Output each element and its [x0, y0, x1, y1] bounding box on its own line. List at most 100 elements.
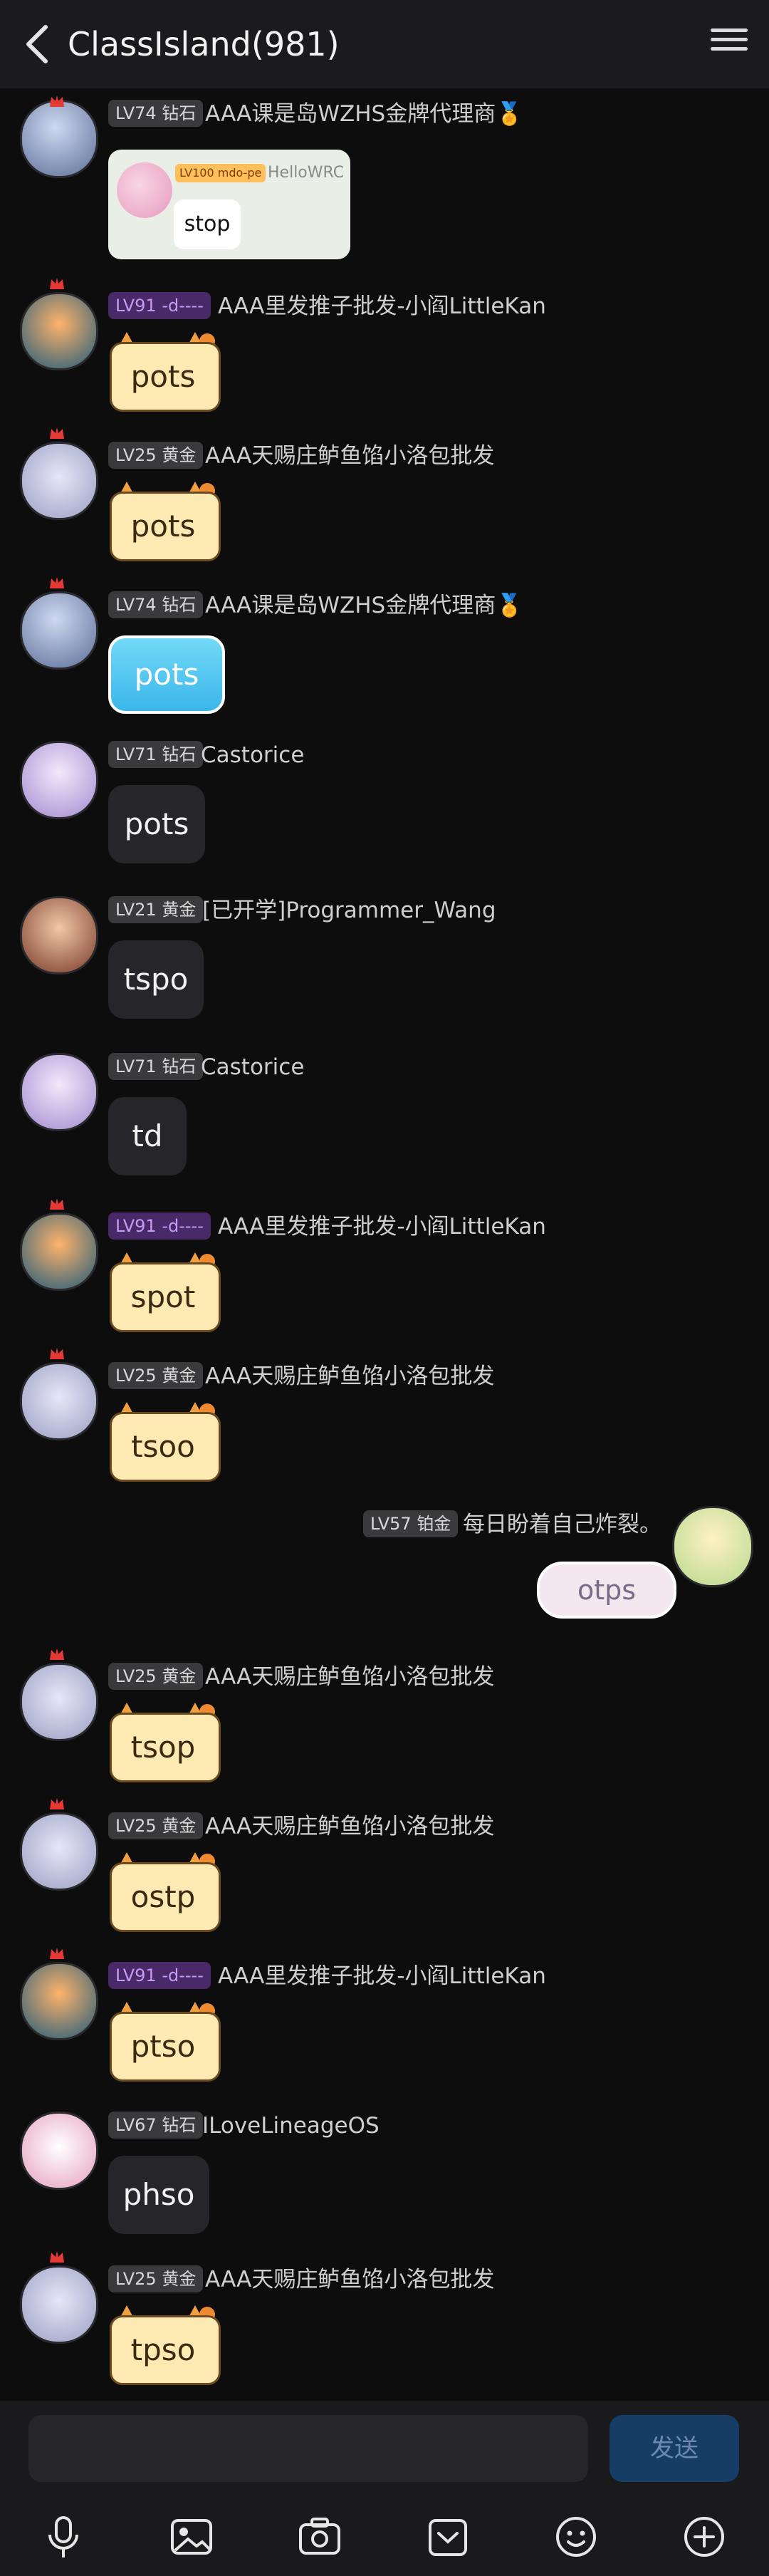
sender-name[interactable]: AAA里发推子批发-小阎LittleKan	[218, 1212, 546, 1241]
avatar[interactable]	[20, 2112, 98, 2190]
message-row: LV91 -d---- AAA里发推子批发-小阎LittleKan pots	[0, 278, 769, 420]
crown-icon	[50, 1948, 64, 1959]
crown-icon	[50, 427, 64, 439]
avatar[interactable]	[20, 741, 98, 819]
camera-icon[interactable]	[295, 2512, 345, 2562]
level-badge: LV25 黄金	[108, 442, 204, 469]
message-input[interactable]	[28, 2415, 588, 2482]
avatar[interactable]	[20, 1362, 98, 1440]
level-badge: LV71 钻石	[108, 741, 204, 768]
menu-icon[interactable]	[711, 26, 748, 63]
message-bubble[interactable]: pots	[107, 482, 221, 561]
level-badge: LV74 钻石	[108, 100, 204, 127]
message-row: LV25 黄金 AAA天赐庄鲈鱼馅小洛包批发 ostp	[0, 1798, 769, 1941]
emoji-icon[interactable]	[551, 2512, 601, 2562]
message-row: LV74 钻石 AAA课是岛WZHS金牌代理商🏅 LV100 mdo-pe He…	[0, 95, 769, 271]
avatar[interactable]	[20, 1663, 98, 1741]
chat-title: ClassIsland(981)	[68, 25, 340, 63]
message-text: tpso	[130, 2332, 196, 2367]
sender-name[interactable]: AAA天赐庄鲈鱼馅小洛包批发	[205, 1362, 494, 1391]
message-bubble[interactable]: spot	[107, 1252, 221, 1332]
avatar[interactable]	[20, 1053, 98, 1131]
message-row: LV91 -d---- AAA里发推子批发-小阎LittleKan ptso	[0, 1948, 769, 2090]
message-text: spot	[130, 1279, 196, 1314]
level-badge: LV57 铂金	[363, 1510, 459, 1537]
sender-name[interactable]: [已开学]Programmer_Wang	[202, 896, 496, 925]
level-badge: LV25 黄金	[108, 1362, 204, 1389]
message-row: LV67 钻石 ILoveLineageOS phso	[0, 2112, 769, 2254]
message-row-self: LV57 铂金 每日盼着自己炸裂。 otps	[0, 1506, 769, 1653]
level-badge: LV74 钻石	[108, 591, 204, 618]
avatar[interactable]	[20, 1962, 98, 2040]
sender-name[interactable]: AAA天赐庄鲈鱼馅小洛包批发	[205, 2265, 494, 2294]
plus-icon[interactable]	[679, 2512, 729, 2562]
input-toolbar	[0, 2496, 769, 2576]
quote-message-text: stop	[174, 199, 241, 249]
message-bubble[interactable]: pots	[108, 635, 225, 714]
crown-icon	[50, 1198, 64, 1210]
level-badge: LV91 -d----	[108, 1962, 211, 1989]
sender-name[interactable]: Castorice	[201, 741, 304, 769]
message-bubble[interactable]: pots	[107, 332, 221, 412]
avatar[interactable]	[20, 292, 98, 370]
crown-icon	[50, 1348, 64, 1359]
level-badge: LV25 黄金	[108, 1812, 204, 1839]
message-bubble[interactable]: pots	[108, 785, 205, 863]
chat-header: ClassIsland(981)	[0, 0, 769, 88]
avatar[interactable]	[20, 442, 98, 520]
avatar[interactable]	[20, 591, 98, 670]
sender-name[interactable]: AAA课是岛WZHS金牌代理商🏅	[205, 100, 523, 128]
avatar[interactable]	[20, 1812, 98, 1891]
message-text: pots	[130, 359, 196, 394]
quote-avatar	[117, 162, 172, 218]
sender-name[interactable]: AAA天赐庄鲈鱼馅小洛包批发	[205, 1812, 494, 1841]
sender-name[interactable]: Castorice	[201, 1053, 304, 1081]
send-button[interactable]: 发送	[610, 2415, 739, 2482]
sender-name[interactable]: AAA天赐庄鲈鱼馅小洛包批发	[205, 442, 494, 470]
message-bubble[interactable]: ostp	[107, 1852, 221, 1932]
sender-name[interactable]: AAA课是岛WZHS金牌代理商🏅	[205, 591, 523, 620]
message-row: LV74 钻石 AAA课是岛WZHS金牌代理商🏅 pots	[0, 577, 769, 720]
message-bubble[interactable]: tpso	[107, 2305, 221, 2385]
message-text: ptso	[130, 2029, 196, 2064]
sender-name[interactable]: 每日盼着自己炸裂。	[463, 1510, 661, 1539]
message-bubble[interactable]: otps	[537, 1562, 676, 1619]
level-badge: LV21 黄金	[108, 896, 204, 923]
composer: 发送	[0, 2401, 769, 2496]
message-row: LV71 钻石 Castorice td	[0, 1053, 769, 1195]
avatar[interactable]	[20, 2265, 98, 2344]
message-bubble[interactable]: ptso	[107, 2002, 221, 2082]
level-badge: LV91 -d----	[108, 292, 211, 319]
sender-name[interactable]: AAA天赐庄鲈鱼馅小洛包批发	[205, 1663, 494, 1691]
avatar[interactable]	[20, 896, 98, 975]
sender-name[interactable]: AAA里发推子批发-小阎LittleKan	[218, 1962, 546, 1990]
message-bubble[interactable]: td	[108, 1097, 187, 1175]
avatar[interactable]	[20, 1212, 98, 1291]
message-row: LV25 黄金 AAA天赐庄鲈鱼馅小洛包批发 tpso	[0, 2251, 769, 2394]
quote-level-badge: LV100 mdo-pe	[175, 164, 266, 182]
level-badge: LV91 -d----	[108, 1212, 211, 1240]
message-text: pots	[130, 509, 196, 544]
crown-icon	[50, 1648, 64, 1660]
avatar[interactable]	[672, 1506, 753, 1587]
message-row: LV91 -d---- AAA里发推子批发-小阎LittleKan spot	[0, 1198, 769, 1341]
mic-icon[interactable]	[38, 2512, 88, 2562]
sender-name[interactable]: AAA里发推子批发-小阎LittleKan	[218, 292, 546, 321]
message-bubble[interactable]: tsop	[107, 1703, 221, 1782]
wallet-icon[interactable]	[423, 2512, 473, 2562]
quote-sender-name: HelloWRC	[268, 164, 345, 182]
image-icon[interactable]	[167, 2512, 216, 2562]
avatar[interactable]	[20, 100, 98, 178]
level-badge: LV25 黄金	[108, 1663, 204, 1690]
message-text: tsoo	[131, 1429, 195, 1464]
back-arrow-icon[interactable]	[21, 21, 53, 67]
message-bubble[interactable]: phso	[108, 2156, 209, 2234]
sender-name[interactable]: ILoveLineageOS	[202, 2112, 380, 2140]
message-bubble[interactable]: tsoo	[107, 1402, 221, 1482]
crown-icon	[50, 577, 64, 588]
quote-card[interactable]: LV100 mdo-pe HelloWRC stop	[108, 150, 350, 259]
message-bubble[interactable]: tspo	[108, 940, 204, 1019]
message-row: LV25 黄金 AAA天赐庄鲈鱼馅小洛包批发 tsop	[0, 1648, 769, 1791]
level-badge: LV71 钻石	[108, 1053, 204, 1080]
message-text: ostp	[130, 1879, 196, 1914]
